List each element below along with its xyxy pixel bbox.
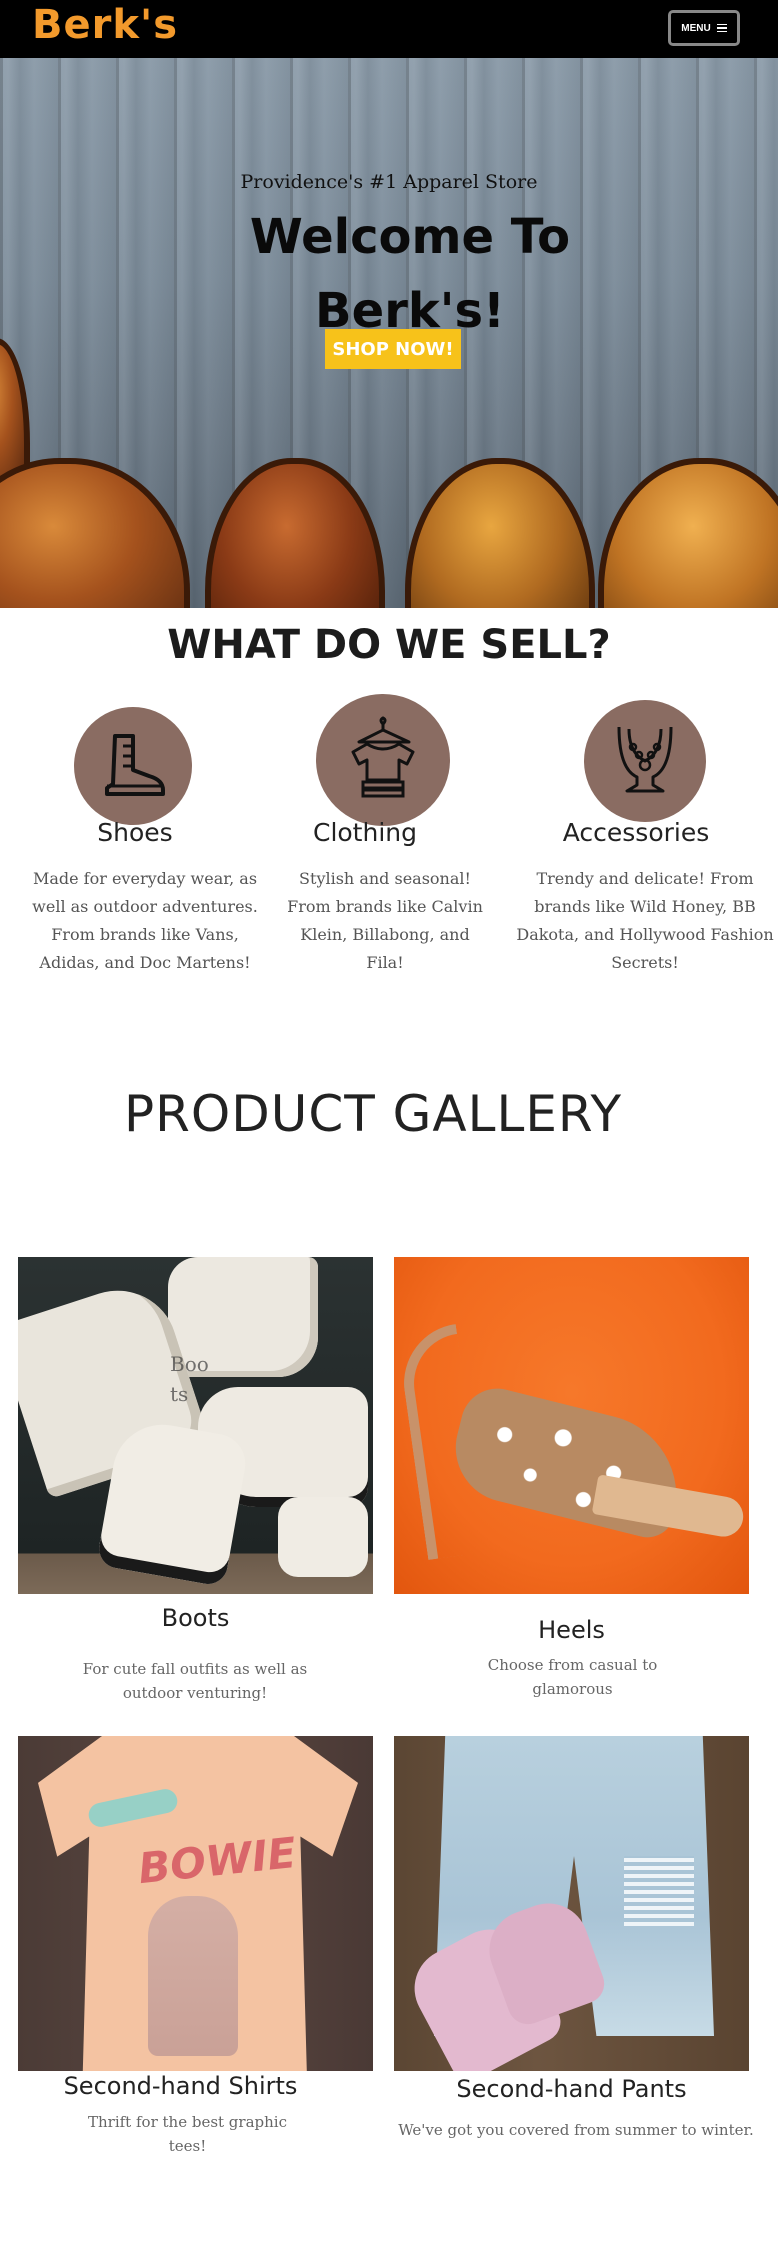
- shop-now-button[interactable]: SHOP NOW!: [325, 329, 461, 369]
- top-navigation-bar: Berk's MENU: [0, 0, 778, 58]
- category-name-accessories: Accessories: [562, 818, 710, 847]
- product-desc-shirts: Thrift for the best graphic tees!: [88, 2113, 287, 2155]
- product-photo-shirts[interactable]: BOWIE: [18, 1736, 373, 2071]
- product-name-boots: Boots: [161, 1604, 230, 1632]
- necklace-icon: [617, 726, 673, 793]
- menu-button[interactable]: MENU: [668, 10, 740, 46]
- hero-title: Welcome To Berk's!: [249, 209, 571, 339]
- boot-image: [598, 458, 778, 608]
- site-logo[interactable]: Berk's: [32, 2, 178, 48]
- boot-icon: [105, 734, 165, 796]
- hamburger-icon: [716, 24, 727, 32]
- shirt-graphic-figure: [148, 1896, 238, 2056]
- category-name-shoes: Shoes: [97, 818, 173, 847]
- product-desc-pants: We've got you covered from summer to win…: [398, 2121, 754, 2139]
- clothing-icon: [351, 716, 415, 798]
- boot-image: [205, 458, 385, 608]
- distressed-detail: [624, 1856, 694, 1926]
- product-name-heels: Heels: [538, 1616, 605, 1644]
- boot-image: [0, 458, 190, 608]
- shoes-icon-circle: [74, 707, 192, 825]
- product-name-shirts: Second-hand Shirts: [63, 2072, 298, 2100]
- photo-overlay-text: Boots: [170, 1352, 209, 1406]
- product-name-pants: Second-hand Pants: [456, 2075, 687, 2103]
- product-photo-boots[interactable]: Boots: [18, 1257, 373, 1594]
- accessories-icon-circle: [584, 700, 706, 822]
- category-desc-shoes: Made for everyday wear, as well as outdo…: [32, 869, 258, 972]
- product-photo-heels[interactable]: [394, 1257, 749, 1594]
- menu-label: MENU: [681, 22, 711, 34]
- section-title-product-gallery: PRODUCT GALLERY: [123, 1085, 623, 1143]
- product-desc-boots: For cute fall outfits as well as outdoor…: [82, 1660, 308, 1702]
- category-desc-accessories: Trendy and delicate! From brands like Wi…: [516, 869, 774, 972]
- hero-subtitle: Providence's #1 Apparel Store: [240, 171, 538, 193]
- boot-image: [278, 1497, 368, 1577]
- clothing-icon-circle: [316, 694, 450, 826]
- section-title-what-we-sell: WHAT DO WE SELL?: [167, 622, 611, 668]
- hero-banner: Providence's #1 Apparel Store Welcome To…: [0, 58, 778, 608]
- product-photo-pants[interactable]: [394, 1736, 749, 2071]
- category-name-clothing: Clothing: [312, 818, 417, 847]
- boot-image: [405, 458, 595, 608]
- category-desc-clothing: Stylish and seasonal! From brands like C…: [287, 869, 483, 972]
- product-desc-heels: Choose from casual to glamorous: [487, 1656, 658, 1698]
